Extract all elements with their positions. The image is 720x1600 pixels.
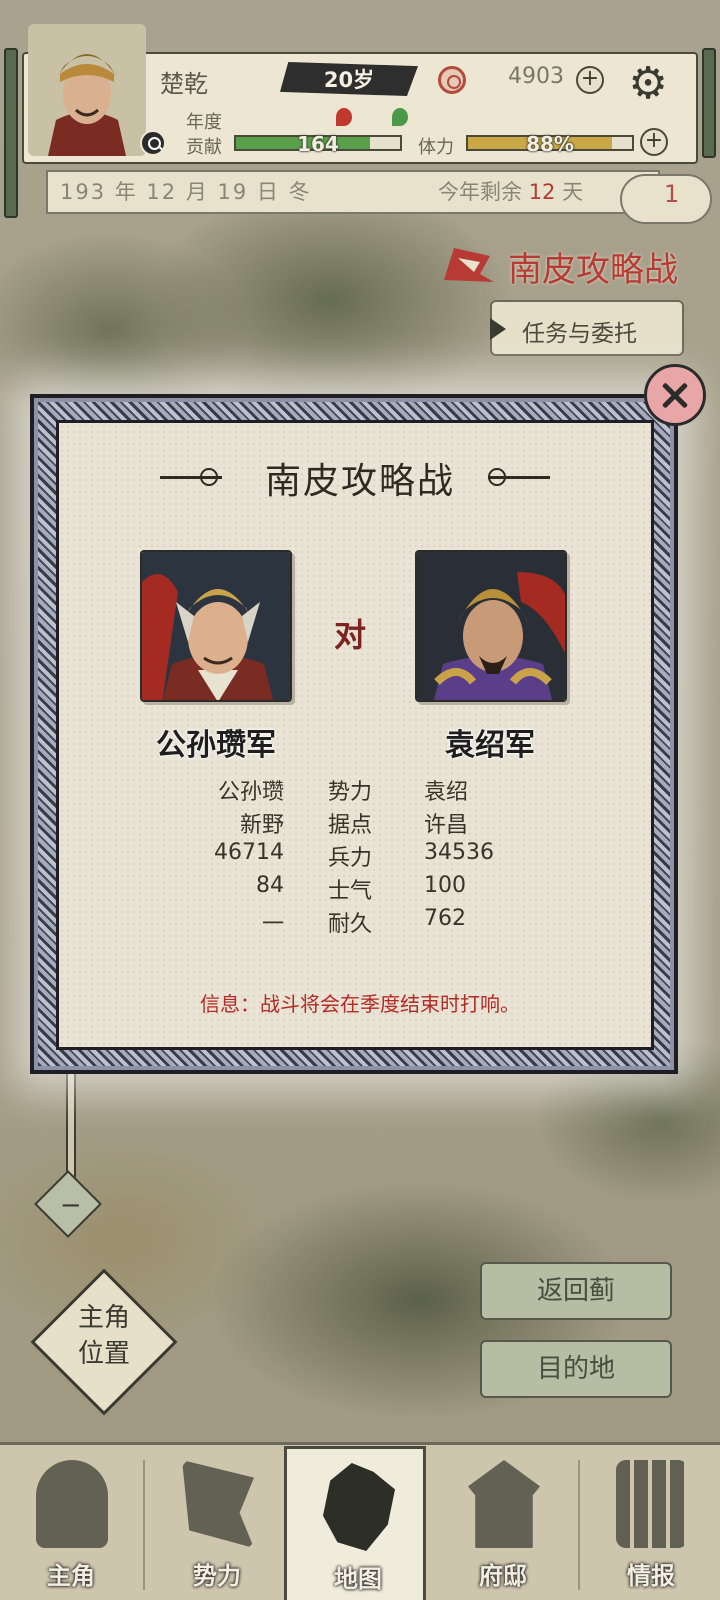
left-value: 84: [256, 873, 284, 898]
nav-label: 府邸: [479, 1562, 527, 1590]
battle-info-message: 信息：战斗将会在季度结束时打响。: [200, 992, 520, 1016]
days-remaining-suffix: 天: [562, 180, 584, 204]
contribution-value: 164: [297, 132, 339, 156]
notification-count: 1: [664, 180, 680, 208]
stat-label: 兵力: [328, 846, 373, 871]
scroll-rod-right: [702, 48, 716, 158]
contribution-label: 贡献: [186, 137, 222, 158]
season-marker-current-icon: [392, 108, 408, 126]
flag-icon: [182, 1460, 254, 1548]
nav-tab-mansion[interactable]: 府邸: [432, 1446, 574, 1600]
versus-label: 对: [334, 616, 367, 654]
tasks-button-label: 任务与委托: [522, 321, 637, 347]
days-remaining: 今年剩余 12 天: [438, 176, 583, 206]
left-value: 一: [261, 912, 284, 937]
right-value: 100: [424, 873, 466, 898]
nav-label: 情报: [627, 1562, 675, 1590]
left-value: 公孙瓒: [217, 780, 284, 805]
right-general-portrait[interactable]: [415, 550, 567, 702]
minus-icon: −: [59, 1190, 82, 1221]
nav-label: 地图: [334, 1565, 382, 1593]
right-value: 许昌: [424, 813, 469, 838]
age-badge: 20岁: [280, 62, 418, 96]
stamina-bar: 88%: [466, 132, 634, 156]
nav-tab-map[interactable]: 地图: [284, 1446, 426, 1600]
days-remaining-count: 12: [528, 180, 556, 204]
season-marker-icon: [336, 108, 352, 126]
nav-label: 主角: [47, 1562, 95, 1590]
stat-row-faction: 公孙瓒 势力 袁绍: [140, 774, 580, 807]
right-value: 34536: [424, 840, 494, 865]
battle-stats-table: 公孙瓒 势力 袁绍 新野 据点 许昌 46714 兵力 34536 84 士气 …: [140, 774, 580, 939]
player-position-line-2: 位置: [77, 1339, 130, 1369]
left-general-portrait[interactable]: [140, 550, 292, 702]
right-value: 762: [424, 906, 466, 931]
player-avatar[interactable]: [28, 24, 146, 156]
stamina-value: 88%: [526, 132, 574, 156]
map-icon: [323, 1463, 395, 1551]
nav-divider: [143, 1460, 145, 1590]
player-position-label: 主角 位置: [62, 1300, 146, 1372]
contribution-bar: 164: [234, 132, 402, 156]
nav-label: 势力: [193, 1562, 241, 1590]
left-army-name: 公孙瓒军: [156, 728, 276, 763]
tasks-button[interactable]: 任务与委托: [490, 300, 684, 356]
days-remaining-prefix: 今年剩余: [438, 180, 522, 204]
stamina-label: 体力: [418, 137, 454, 158]
search-icon[interactable]: [140, 130, 166, 156]
scroll-rod-left: [4, 48, 18, 218]
right-army-name: 袁绍军: [445, 728, 535, 763]
stat-label: 耐久: [328, 912, 373, 937]
nav-tab-protagonist[interactable]: 主角: [0, 1446, 142, 1600]
return-button[interactable]: 返回蓟: [480, 1262, 672, 1320]
stat-label: 据点: [328, 813, 373, 838]
annual-label: 年度: [186, 112, 222, 133]
add-coins-button[interactable]: +: [576, 66, 604, 94]
settings-gear-icon[interactable]: ⚙: [620, 56, 676, 112]
title-ornament-right: [488, 476, 550, 479]
player-name: 楚乾: [160, 70, 208, 98]
left-value: 新野: [239, 813, 284, 838]
stat-label: 士气: [328, 879, 373, 904]
nav-tab-intel[interactable]: 情报: [580, 1446, 720, 1600]
stat-row-morale: 84 士气 100: [140, 873, 580, 906]
battle-flag-icon: [440, 244, 496, 284]
left-value: 46714: [214, 840, 284, 865]
stat-row-troops: 46714 兵力 34536: [140, 840, 580, 873]
general-helmet-icon: [36, 1460, 108, 1548]
add-stamina-button[interactable]: +: [640, 128, 668, 156]
current-date: 193 年 12 月 19 日 冬: [60, 180, 312, 204]
destination-button[interactable]: 目的地: [480, 1340, 672, 1398]
player-position-line-1: 主角: [77, 1303, 130, 1333]
coin-value: 4903: [508, 64, 564, 89]
mansion-icon: [468, 1460, 540, 1548]
coin-icon: [438, 66, 466, 94]
stat-row-durability: 一 耐久 762: [140, 906, 580, 939]
right-value: 袁绍: [424, 780, 469, 805]
play-triangle-icon: [490, 318, 506, 340]
stat-label: 势力: [328, 780, 373, 805]
stat-row-base: 新野 据点 许昌: [140, 807, 580, 840]
battle-title: 南皮攻略战: [264, 461, 455, 502]
active-quest-title[interactable]: 南皮攻略战: [508, 242, 678, 291]
close-button[interactable]: [644, 364, 706, 426]
scroll-icon: [616, 1460, 688, 1548]
nav-tab-faction[interactable]: 势力: [146, 1446, 288, 1600]
